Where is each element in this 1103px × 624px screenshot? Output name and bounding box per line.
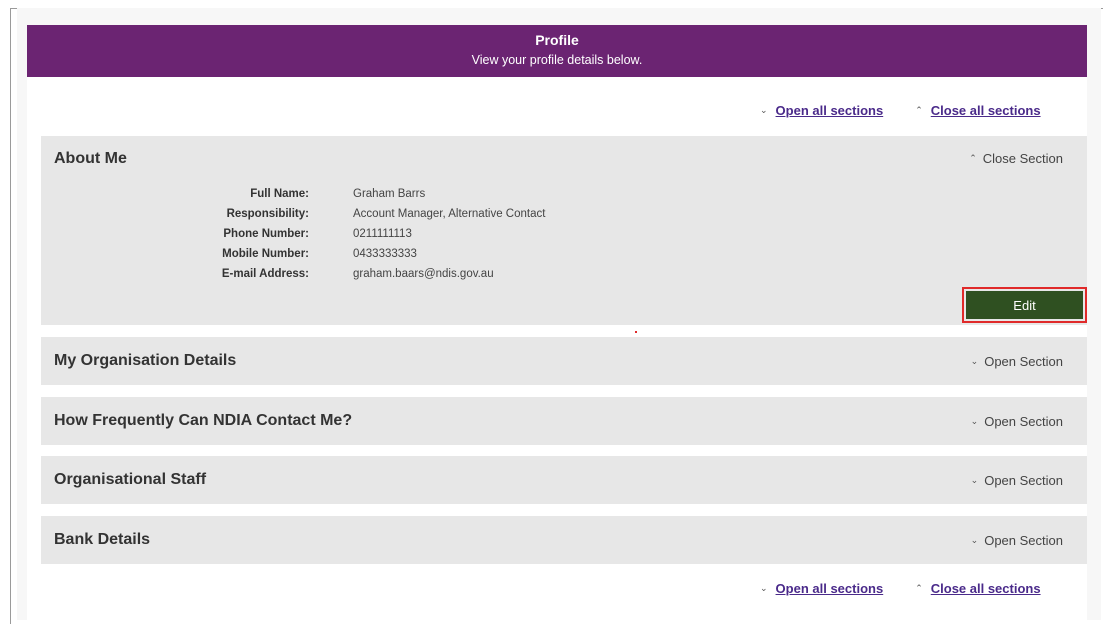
chevron-up-icon: ⌃ <box>915 582 923 593</box>
edit-button[interactable]: Edit <box>966 291 1083 319</box>
open-section-label[interactable]: Open Section <box>984 473 1063 488</box>
open-section-label[interactable]: Open Section <box>984 414 1063 429</box>
section-toggles-bottom: ⌄ Open all sections ⌃ Close all sections <box>760 578 1041 598</box>
detail-label: Responsibility: <box>226 208 309 220</box>
close-all-sections-link[interactable]: ⌃ Close all sections <box>915 581 1040 596</box>
open-section-label[interactable]: Open Section <box>984 354 1063 369</box>
section-organisational-staff[interactable]: Organisational Staff ⌄ Open Section <box>41 456 1087 504</box>
detail-label: Phone Number: <box>223 228 309 240</box>
section-contact-frequency[interactable]: How Frequently Can NDIA Contact Me? ⌄ Op… <box>41 397 1087 445</box>
open-all-sections-label[interactable]: Open all sections <box>776 103 884 118</box>
section-my-organisation-details[interactable]: My Organisation Details ⌄ Open Section <box>41 337 1087 385</box>
close-section-toggle[interactable]: ⌃ Close Section <box>969 151 1063 166</box>
chevron-up-icon: ⌃ <box>969 153 977 163</box>
chevron-down-icon: ⌄ <box>970 416 979 426</box>
chevron-down-icon: ⌄ <box>970 356 979 366</box>
open-section-toggle[interactable]: ⌄ Open Section <box>971 414 1063 429</box>
open-all-sections-link[interactable]: ⌄ Open all sections <box>760 581 883 596</box>
detail-row-full-name: Full Name: Graham Barrs <box>41 188 741 208</box>
page-header: Profile View your profile details below. <box>27 25 1087 77</box>
detail-label: E-mail Address: <box>221 268 309 280</box>
chevron-up-icon: ⌃ <box>915 104 923 115</box>
section-title[interactable]: How Frequently Can NDIA Contact Me? <box>54 412 352 430</box>
edit-button-highlight: Edit <box>962 287 1087 323</box>
open-section-toggle[interactable]: ⌄ Open Section <box>971 473 1063 488</box>
chevron-down-icon: ⌄ <box>970 535 979 545</box>
section-about-me: About Me ⌃ Close Section Full Name: Grah… <box>41 136 1087 325</box>
section-toggles-top: ⌄ Open all sections ⌃ Close all sections <box>760 100 1041 120</box>
close-all-sections-link[interactable]: ⌃ Close all sections <box>915 103 1040 118</box>
section-bank-details[interactable]: Bank Details ⌄ Open Section <box>41 516 1087 564</box>
open-section-label[interactable]: Open Section <box>984 533 1063 548</box>
detail-row-responsibility: Responsibility: Account Manager, Alterna… <box>41 208 741 228</box>
profile-details: Full Name: Graham Barrs Responsibility: … <box>41 188 741 288</box>
open-all-sections-label[interactable]: Open all sections <box>776 581 884 596</box>
close-all-sections-label[interactable]: Close all sections <box>931 103 1041 118</box>
page-subtitle: View your profile details below. <box>471 53 643 67</box>
detail-value: Account Manager, Alternative Contact <box>353 208 546 220</box>
detail-value: 0211111113 <box>353 228 412 240</box>
detail-row-phone-number: Phone Number: 0211111113 <box>41 228 741 248</box>
close-all-sections-label[interactable]: Close all sections <box>931 581 1041 596</box>
open-section-toggle[interactable]: ⌄ Open Section <box>971 354 1063 369</box>
detail-label: Full Name: <box>250 188 309 200</box>
open-all-sections-link[interactable]: ⌄ Open all sections <box>760 103 883 118</box>
detail-row-email-address: E-mail Address: graham.baars@ndis.gov.au <box>41 268 741 288</box>
detail-value: Graham Barrs <box>353 188 426 200</box>
section-title[interactable]: Bank Details <box>54 531 150 549</box>
detail-label: Mobile Number: <box>222 248 309 260</box>
chevron-down-icon: ⌄ <box>970 475 979 485</box>
page-title: Profile <box>535 32 579 48</box>
detail-value: 0433333333 <box>353 248 417 260</box>
chevron-down-icon: ⌄ <box>760 104 768 115</box>
detail-value: graham.baars@ndis.gov.au <box>353 268 494 280</box>
red-marker <box>635 331 637 333</box>
section-title[interactable]: My Organisation Details <box>54 352 236 370</box>
close-section-label[interactable]: Close Section <box>983 151 1063 166</box>
chevron-down-icon: ⌄ <box>760 582 768 593</box>
section-title[interactable]: About Me <box>54 150 127 168</box>
section-title[interactable]: Organisational Staff <box>54 471 206 489</box>
open-section-toggle[interactable]: ⌄ Open Section <box>971 533 1063 548</box>
detail-row-mobile-number: Mobile Number: 0433333333 <box>41 248 741 268</box>
